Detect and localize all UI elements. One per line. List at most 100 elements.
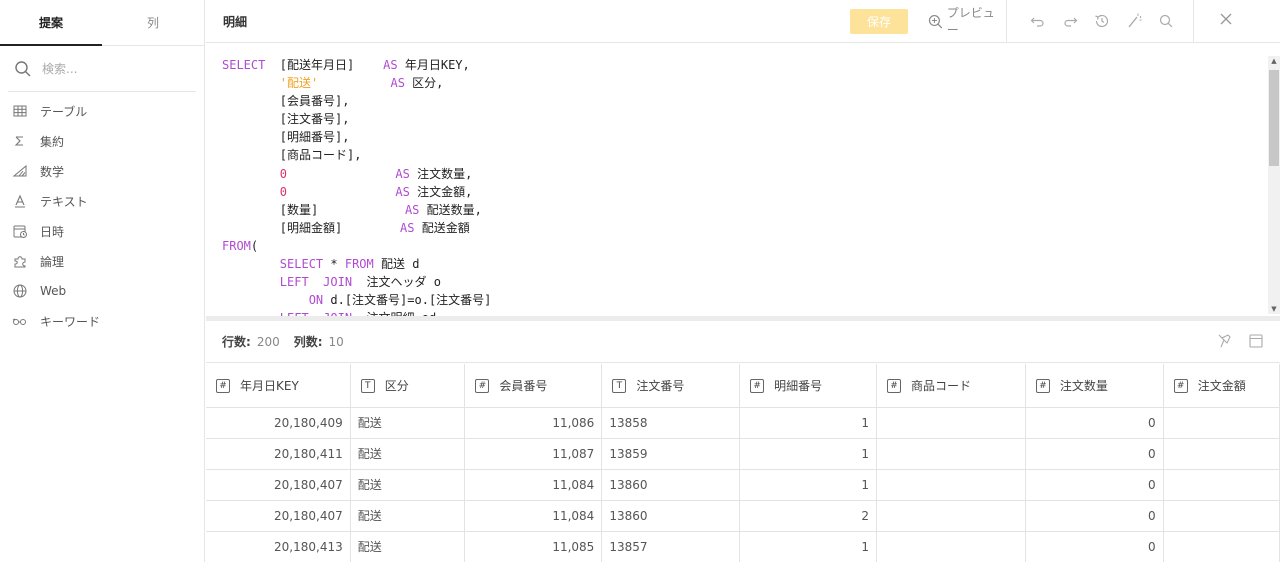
tab-suggestions[interactable]: 提案 <box>0 0 102 46</box>
table-cell <box>876 407 1026 439</box>
math-icon <box>12 164 27 177</box>
table-icon <box>13 105 27 117</box>
code-line: [商品コード], <box>222 146 491 164</box>
scrollbar-thumb[interactable] <box>1269 70 1279 166</box>
table-cell: 11,084 <box>464 500 603 532</box>
column-header[interactable]: # 会員番号 <box>464 364 603 408</box>
sidebar-item-label: 数学 <box>40 164 65 179</box>
puzzle-icon <box>14 256 26 268</box>
column-header[interactable]: # 明細番号 <box>739 364 877 408</box>
column-header[interactable]: # 年月日KEY <box>206 364 351 408</box>
code-line: [注文番号], <box>222 110 491 128</box>
sql-text: [会員番号], <box>222 94 350 109</box>
table-row[interactable]: 20,180,409 配送 11,086 13858 1 0 <box>206 407 1280 439</box>
scroll-up-arrow[interactable]: ▲ <box>1268 56 1280 66</box>
sidebar-item-aggregate[interactable]: 集約 <box>0 126 204 156</box>
sidebar-item-label: 日時 <box>40 224 65 239</box>
number-type-icon: # <box>1173 379 1188 394</box>
table-cell <box>1163 500 1280 532</box>
column-name: 明細番号 <box>774 378 823 393</box>
search-input[interactable] <box>42 61 182 76</box>
find-icon[interactable] <box>1157 12 1175 30</box>
sidebar-item-text[interactable]: テキスト <box>0 186 204 216</box>
code-line: [明細番号], <box>222 128 491 146</box>
sidebar-item-math[interactable]: 数学 <box>0 156 204 186</box>
sql-text: 区分, <box>404 76 444 91</box>
sql-keyword: AS <box>404 202 420 217</box>
sql-editor[interactable]: SELECT [配送年月日] AS 年月日KEY, '配送' AS 区分, [会… <box>206 44 1280 316</box>
redo-icon[interactable] <box>1061 12 1079 30</box>
close-button[interactable] <box>1194 11 1234 31</box>
table-cell: 配送 <box>350 531 466 562</box>
undo-icon[interactable] <box>1029 12 1047 30</box>
sidebar-item-label: テーブル <box>40 104 88 119</box>
table-cell <box>1163 407 1280 439</box>
sql-text: [注文番号], <box>222 112 350 127</box>
sidebar-item-keyword[interactable]: キーワード <box>0 306 204 336</box>
table-cell: 13859 <box>601 438 741 470</box>
column-header[interactable]: # 注文金額 <box>1163 364 1280 408</box>
history-icon[interactable] <box>1093 12 1111 30</box>
sql-text: 注文ヘッダ o <box>352 275 441 290</box>
code-line: '配送' AS 区分, <box>222 74 491 92</box>
sql-keyword: AS <box>395 184 410 199</box>
magic-wand-icon[interactable] <box>1125 12 1143 30</box>
sql-text: d.[注文番号]=o.[注文番号] <box>323 293 492 308</box>
sql-text: [商品コード], <box>222 148 362 163</box>
sidebar-item-table[interactable]: テーブル <box>0 96 204 126</box>
tab-columns[interactable]: 列 <box>102 0 204 45</box>
sidebar-item-label: 集約 <box>40 134 65 149</box>
column-header[interactable]: T 区分 <box>350 364 466 408</box>
sql-text: 配送 d <box>373 257 420 272</box>
sql-keyword: FROM <box>222 238 251 253</box>
panel-icon[interactable] <box>1248 333 1264 349</box>
results-tools <box>1216 333 1264 349</box>
code-text[interactable]: SELECT [配送年月日] AS 年月日KEY, '配送' AS 区分, [会… <box>222 56 491 316</box>
editor-scrollbar[interactable]: ▲ ▼ <box>1268 56 1280 314</box>
sql-text: 配送金額 <box>414 220 470 235</box>
table-cell: 13860 <box>601 469 741 501</box>
table-row[interactable]: 20,180,407 配送 11,084 13860 2 0 <box>206 500 1280 532</box>
sql-text: * <box>323 257 345 272</box>
broom-icon[interactable] <box>1216 333 1232 349</box>
sidebar-item-label: 論理 <box>40 254 65 269</box>
sidebar-item-logic[interactable]: 論理 <box>0 246 204 276</box>
number-type-icon: # <box>750 379 765 394</box>
sql-number: 0 <box>279 184 288 199</box>
sidebar-item-label: テキスト <box>40 194 88 209</box>
sidebar-item-datetime[interactable]: 日時 <box>0 216 204 246</box>
table-row[interactable]: 20,180,411 配送 11,087 13859 1 0 <box>206 438 1280 470</box>
results-grid[interactable]: # 年月日KEY T 区分 # 会員番号 T 注文番号 # 明細番号 # 商品コード # 注文数量 # 注文金… <box>206 364 1280 562</box>
sidebar-item-web[interactable]: Web <box>0 276 204 306</box>
column-header[interactable]: # 注文数量 <box>1025 364 1164 408</box>
sql-text: 注文数量, <box>409 166 473 181</box>
table-cell: 13860 <box>601 500 741 532</box>
sql-number: 0 <box>279 166 288 181</box>
table-row[interactable]: 20,180,413 配送 11,085 13857 1 0 <box>206 531 1280 562</box>
code-line: [会員番号], <box>222 92 491 110</box>
scroll-down-arrow[interactable]: ▼ <box>1268 304 1280 314</box>
code-line: FROM( <box>222 237 491 255</box>
code-line: LEFT JOIN 注文明細 od <box>222 309 491 316</box>
sql-keyword: AS <box>390 76 405 91</box>
sql-keyword: LEFT <box>279 275 309 290</box>
table-cell: 11,085 <box>464 531 603 562</box>
table-cell: 13858 <box>601 407 741 439</box>
preview-button[interactable]: プレビュー <box>928 4 1006 38</box>
sql-keyword: FROM <box>344 257 374 272</box>
column-header[interactable]: # 商品コード <box>876 364 1026 408</box>
table-cell: 配送 <box>350 500 466 532</box>
table-cell: 0 <box>1025 438 1164 470</box>
number-type-icon: # <box>475 379 490 394</box>
save-button[interactable]: 保存 <box>850 8 908 34</box>
table-cell: 20,180,407 <box>206 469 351 501</box>
globe-icon <box>13 284 27 298</box>
code-line: [数量] AS 配送数量, <box>222 201 491 219</box>
table-row[interactable]: 20,180,407 配送 11,084 13860 1 0 <box>206 469 1280 501</box>
column-header[interactable]: T 注文番号 <box>601 364 741 408</box>
